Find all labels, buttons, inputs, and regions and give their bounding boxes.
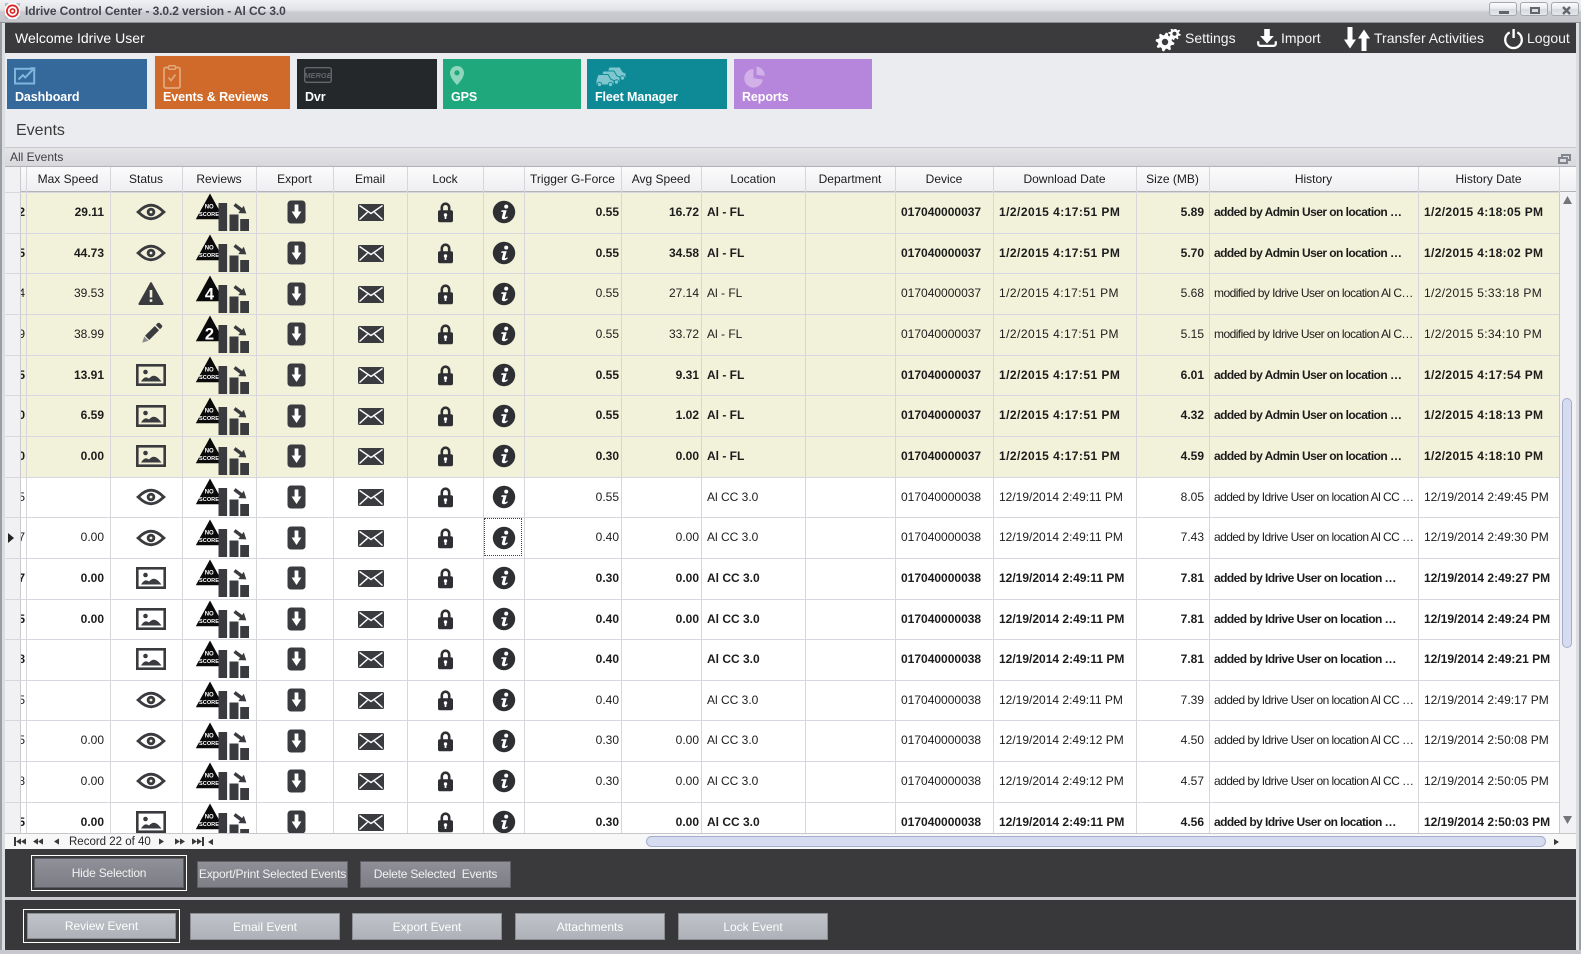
svg-text:MERGE: MERGE (304, 71, 332, 80)
